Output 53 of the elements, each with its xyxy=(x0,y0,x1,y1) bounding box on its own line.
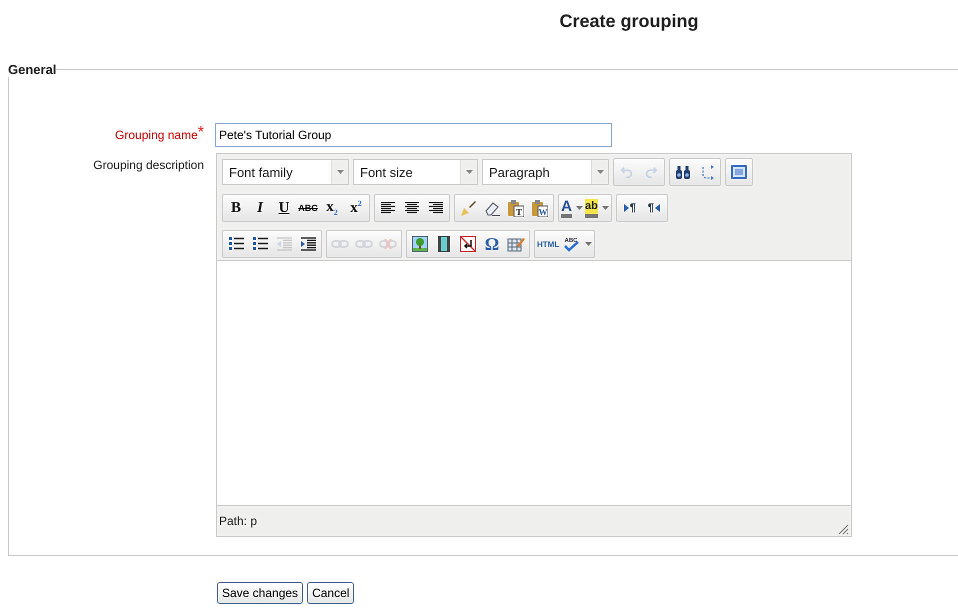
triangle-icon xyxy=(654,204,660,212)
toolbar-button[interactable]: I xyxy=(248,196,272,220)
align-left-icon xyxy=(381,202,395,214)
window-icon xyxy=(731,165,747,179)
toolbar-button[interactable]: ¶ xyxy=(642,196,666,220)
toolbar-button[interactable]: B xyxy=(224,196,248,220)
toolbar-button[interactable]: x$_{2}$ xyxy=(320,196,344,220)
dropdown[interactable]: Font size xyxy=(353,159,478,185)
dropdown[interactable]: Paragraph xyxy=(482,159,609,185)
field-label: Grouping description xyxy=(93,158,204,172)
binoculars-icon xyxy=(675,165,691,179)
caret-icon xyxy=(585,242,592,246)
bullet-list-icon xyxy=(228,237,244,251)
align-center-icon xyxy=(405,202,419,214)
caret-icon xyxy=(576,206,583,210)
outdent-icon xyxy=(276,237,292,251)
toolbar-button[interactable]: ¶ xyxy=(618,196,642,220)
toolbar-button[interactable]: HTML xyxy=(536,232,560,256)
toolbar-button[interactable]: A xyxy=(560,196,584,220)
form-button[interactable]: Cancel xyxy=(307,582,354,604)
indent-icon xyxy=(300,237,316,251)
resize-handle-icon[interactable] xyxy=(838,524,849,535)
page-title: Create grouping xyxy=(558,10,700,33)
table-pencil-icon xyxy=(507,236,525,252)
dropdown[interactable]: Font family xyxy=(222,159,349,185)
film-strip-icon xyxy=(438,236,450,252)
return-arrow-icon xyxy=(460,236,476,252)
align-right-icon xyxy=(429,202,443,214)
chain-link-icon xyxy=(331,239,349,249)
caret-icon xyxy=(596,170,604,174)
triangle-icon xyxy=(624,204,629,212)
brush-icon xyxy=(460,200,476,216)
element-path: Path: p xyxy=(219,514,258,528)
caret-icon xyxy=(466,170,472,174)
toolbar-button[interactable]: x$^{2}$ xyxy=(344,196,368,220)
toolbar-button[interactable]: ab xyxy=(584,196,610,220)
caret-icon xyxy=(602,206,609,210)
section-legend: General xyxy=(8,62,56,77)
toolbar-button[interactable]: Ω xyxy=(480,232,504,256)
caret-icon xyxy=(336,170,344,174)
tree-image-icon xyxy=(412,236,428,252)
required-mark: * xyxy=(198,124,204,141)
crossed-link-icon xyxy=(379,239,397,249)
eraser-icon xyxy=(484,200,500,216)
name-field[interactable]: Pete's Tutorial Group xyxy=(215,123,612,147)
toolbar-button[interactable]: U xyxy=(272,196,296,220)
form-button[interactable]: Save changes xyxy=(217,582,304,604)
field-label: Grouping name xyxy=(115,128,198,142)
toolbar-button[interactable]: ABC xyxy=(296,196,320,220)
undo-icon xyxy=(620,165,634,179)
toolbar-button[interactable]: W xyxy=(528,196,552,220)
toolbar-button[interactable]: T xyxy=(504,196,528,220)
redo-icon xyxy=(644,165,658,179)
